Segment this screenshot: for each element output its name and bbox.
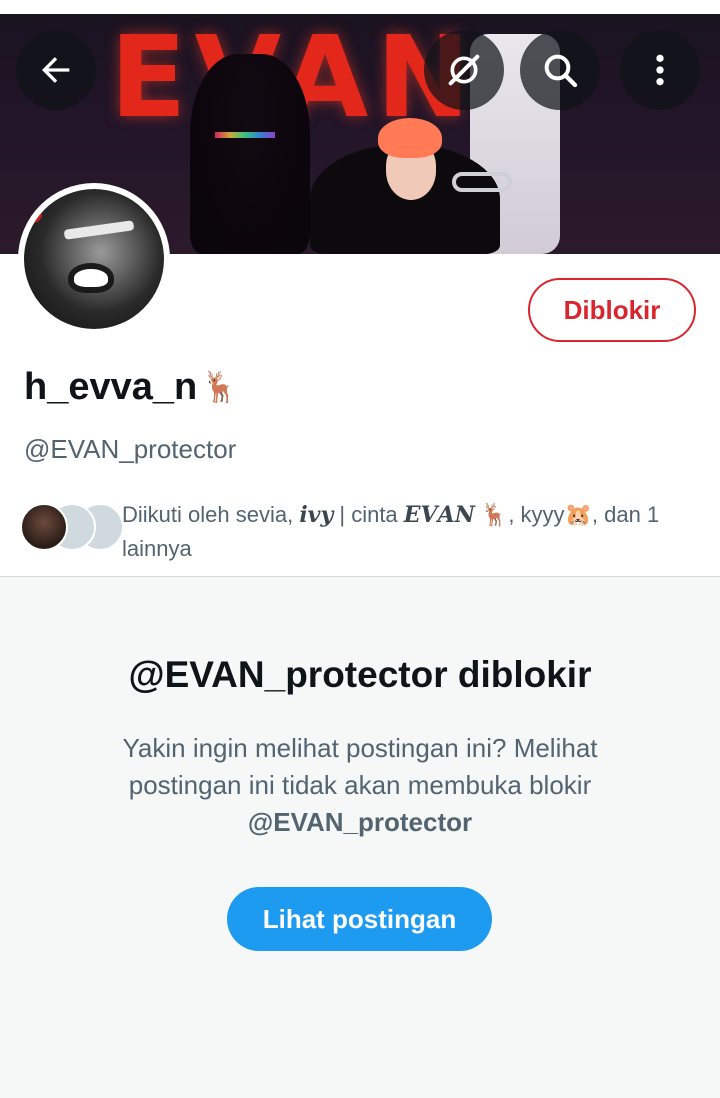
display-name: h_evva_n 🦌	[24, 366, 239, 409]
blocked-notice-handle: @EVAN_protector	[247, 807, 473, 837]
banner-figure-left	[190, 54, 310, 254]
grok-button[interactable]	[424, 30, 504, 110]
avatar-detail	[63, 220, 135, 240]
blocked-notice-title: @EVAN_protector diblokir	[128, 654, 592, 695]
avatar-detail	[68, 263, 114, 293]
banner-chain	[452, 172, 512, 192]
avatar-image	[24, 189, 164, 329]
followed-by-row[interactable]: Diikuti oleh sevia, 𝒊𝒗𝒚 | cinta 𝑬𝑽𝑨𝑵 🦌, …	[20, 498, 710, 568]
followed-by-text: Diikuti oleh sevia, 𝒊𝒗𝒚 | cinta 𝑬𝑽𝑨𝑵 🦌, …	[122, 498, 702, 565]
status-bar	[0, 0, 720, 14]
grok-icon	[448, 54, 480, 86]
follower-name-evan: 𝑬𝑽𝑨𝑵	[403, 502, 475, 528]
avatar-detail	[24, 205, 42, 223]
profile-handle: @EVAN_protector	[24, 434, 237, 464]
followed-by-prefix: Diikuti oleh sevia,	[122, 502, 300, 527]
more-vertical-icon	[656, 54, 664, 86]
more-button[interactable]	[620, 30, 700, 110]
display-name-text: h_evva_n	[24, 366, 198, 408]
deer-emoji: 🦌	[201, 371, 239, 404]
banner-person-hair	[378, 118, 442, 158]
banner-light	[215, 132, 275, 138]
blocked-notice-description: Yakin ingin melihat postingan ini? Melih…	[80, 730, 640, 841]
follower-name-ivy: 𝒊𝒗𝒚	[299, 502, 334, 528]
follower-avatar	[20, 503, 68, 551]
followed-by-mid: | cinta	[333, 502, 404, 527]
profile-avatar[interactable]	[18, 183, 170, 335]
search-button[interactable]	[520, 30, 600, 110]
arrow-left-icon	[42, 57, 70, 83]
view-posts-button[interactable]: Lihat postingan	[227, 887, 492, 951]
search-icon	[544, 54, 578, 88]
blocked-button[interactable]: Diblokir	[528, 278, 696, 342]
blocked-notice-text: Yakin ingin melihat postingan ini? Melih…	[122, 733, 598, 800]
back-button[interactable]	[16, 30, 96, 110]
